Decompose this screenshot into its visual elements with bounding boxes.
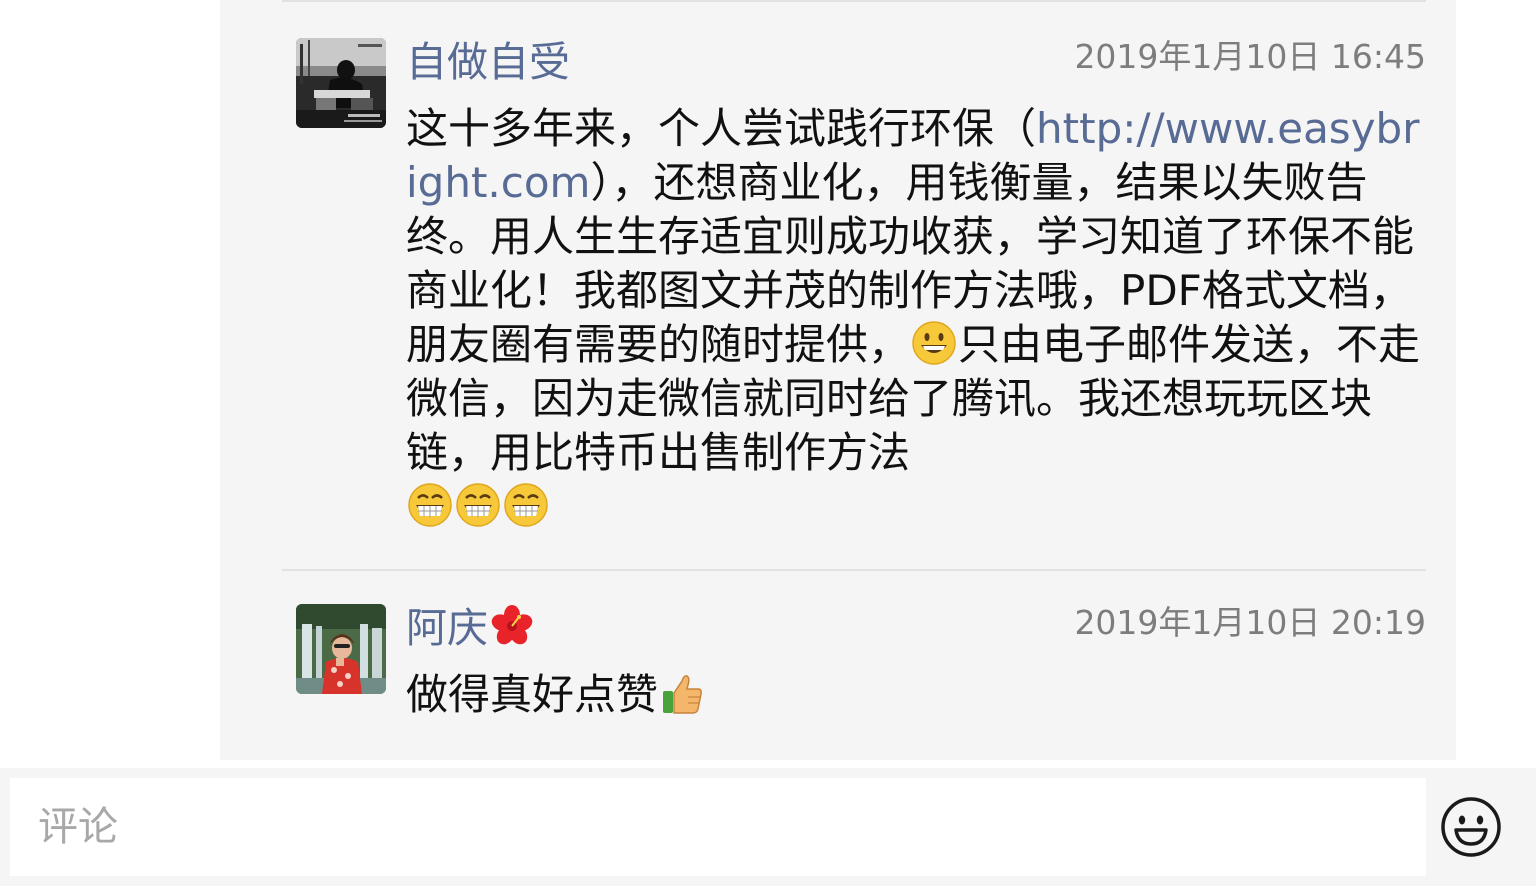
comment-input-bar (0, 768, 1536, 886)
comment-text: 这十多年来，个人尝试践行环保（http://www.easybright.com… (406, 102, 1426, 534)
divider (282, 569, 1426, 571)
avatar[interactable] (296, 38, 386, 128)
comment-text-segment: 这十多年来，个人尝试践行环保（ (406, 104, 1037, 153)
grinning-face-icon (912, 321, 956, 365)
comments-panel: 自做自受 2019年1月10日 16:45 这十多年来，个人尝试践行环保（htt… (220, 0, 1456, 760)
author-name[interactable]: 自做自受 (406, 38, 570, 86)
grinning-squinting-face-icon (456, 483, 500, 527)
author-photo-waterfall-icon (296, 604, 386, 694)
comment-text: 做得真好点赞 (406, 668, 1426, 722)
comment-input[interactable] (10, 778, 1426, 876)
hibiscus-icon (490, 604, 534, 648)
thumbs-up-icon (660, 671, 704, 715)
comment-timestamp: 2019年1月10日 16:45 (1074, 37, 1426, 76)
divider (282, 0, 1426, 2)
grinning-squinting-face-icon (504, 483, 548, 527)
author-photo-grayscale-icon (296, 38, 386, 128)
emoji-button[interactable] (1440, 796, 1502, 858)
comment-text-segment: 做得真好点赞 (406, 670, 659, 719)
smiley-face-icon (1441, 797, 1501, 857)
author-name-text: 阿庆 (406, 604, 488, 652)
grinning-squinting-face-icon (408, 483, 452, 527)
avatar[interactable] (296, 604, 386, 694)
comment-timestamp: 2019年1月10日 20:19 (1074, 603, 1426, 642)
comment-screen: 自做自受 2019年1月10日 16:45 这十多年来，个人尝试践行环保（htt… (0, 0, 1536, 886)
author-name[interactable]: 阿庆 (406, 604, 536, 652)
